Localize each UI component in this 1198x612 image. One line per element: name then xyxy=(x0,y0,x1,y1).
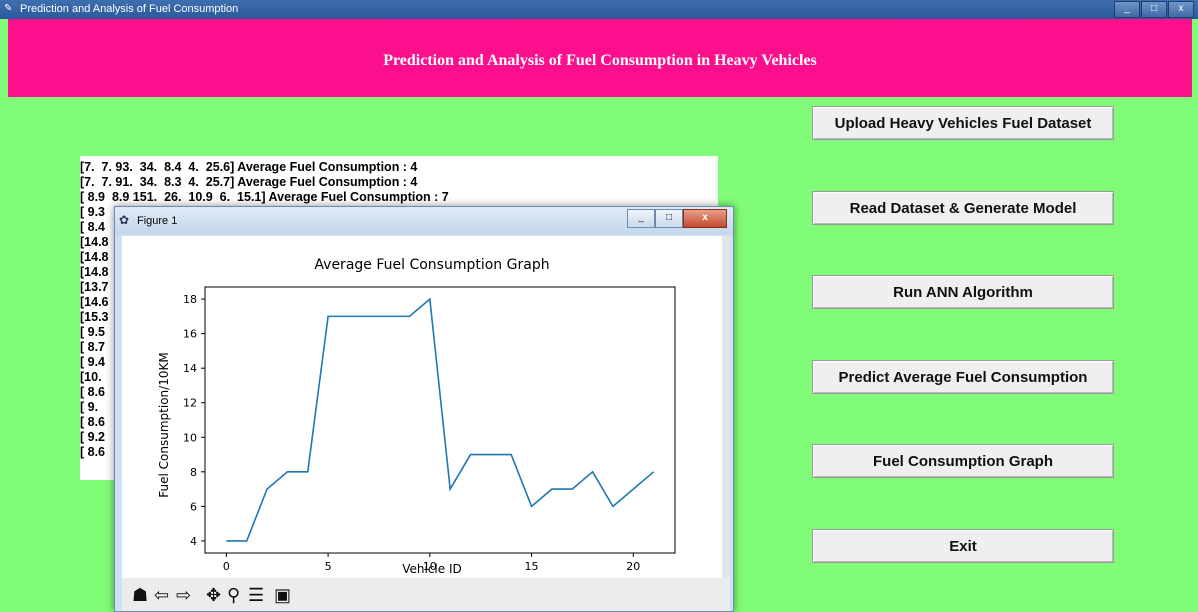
figure-close-button[interactable]: x xyxy=(683,209,727,228)
app-feather-icon: ✎ xyxy=(4,3,13,14)
output-line: [ 8.7 xyxy=(80,340,106,354)
y-tick-label: 6 xyxy=(190,500,197,513)
figure-title: Figure 1 xyxy=(137,215,178,227)
figure-maximize-button[interactable]: □ xyxy=(655,209,683,228)
y-tick-label: 18 xyxy=(183,293,197,306)
figure-window[interactable]: ✿ Figure 1 _ □ x Average Fuel Consumptio… xyxy=(114,206,734,612)
read-dataset-button[interactable]: Read Dataset & Generate Model xyxy=(812,191,1114,225)
output-line: [ 8.9 8.9 151. 26. 10.9 6. 15.1] Average… xyxy=(80,190,449,204)
header-banner: Prediction and Analysis of Fuel Consumpt… xyxy=(8,19,1192,97)
window-controls: _ □ x xyxy=(1114,1,1194,18)
figure-toolbar: ☗ ⇦ ⇨ ✥ ⚲ ☰ ▣ xyxy=(122,578,730,611)
output-line: [13.7 xyxy=(80,280,109,294)
output-line: [10. xyxy=(80,370,102,384)
close-button[interactable]: x xyxy=(1168,1,1194,18)
x-tick-label: 5 xyxy=(325,560,332,573)
save-icon[interactable]: ▣ xyxy=(274,586,291,604)
output-line: [7. 7. 93. 34. 8.4 4. 25.6] Average Fuel… xyxy=(80,160,418,174)
home-icon[interactable]: ☗ xyxy=(132,586,148,604)
series-line xyxy=(226,297,655,542)
output-line: [ 9.4 xyxy=(80,355,106,369)
configure-subplots-icon[interactable]: ☰ xyxy=(248,586,264,604)
output-line: [ 8.6 xyxy=(80,415,106,429)
figure-app-icon: ✿ xyxy=(119,213,130,227)
y-tick-label: 8 xyxy=(190,466,197,479)
y-tick-label: 12 xyxy=(183,397,197,410)
output-line: [ 8.6 xyxy=(80,385,106,399)
output-line: [ 9.2 xyxy=(80,430,106,444)
zoom-icon[interactable]: ⚲ xyxy=(227,586,240,604)
exit-button[interactable]: Exit xyxy=(812,529,1114,563)
maximize-button[interactable]: □ xyxy=(1141,1,1167,18)
figure-window-controls: _ □ x xyxy=(627,209,727,228)
page-title: Prediction and Analysis of Fuel Consumpt… xyxy=(383,52,817,69)
back-icon[interactable]: ⇦ xyxy=(154,586,169,604)
window-title: Prediction and Analysis of Fuel Consumpt… xyxy=(20,3,239,15)
fuel-graph-button[interactable]: Fuel Consumption Graph xyxy=(812,444,1114,478)
output-line: [ 8.6 xyxy=(80,445,106,459)
y-tick-label: 14 xyxy=(183,362,197,375)
figure-titlebar[interactable]: ✿ Figure 1 _ □ x xyxy=(115,207,733,235)
window-titlebar: ✎ Prediction and Analysis of Fuel Consum… xyxy=(0,0,1198,19)
output-line: [7. 7. 91. 34. 8.3 4. 25.7] Average Fuel… xyxy=(80,175,418,189)
figure-scrollbar[interactable] xyxy=(722,236,730,578)
output-line: [14.8 xyxy=(80,235,109,249)
output-line: [14.8 xyxy=(80,265,109,279)
minimize-button[interactable]: _ xyxy=(1114,1,1140,18)
y-tick-label: 16 xyxy=(183,328,197,341)
y-axis-label: Fuel Consumption/10KM xyxy=(157,352,171,497)
output-line: [14.6 xyxy=(80,295,109,309)
pan-icon[interactable]: ✥ xyxy=(206,586,221,604)
output-line: [14.8 xyxy=(80,250,109,264)
predict-consumption-button[interactable]: Predict Average Fuel Consumption xyxy=(812,360,1114,394)
y-tick-label: 10 xyxy=(183,431,197,444)
x-tick-label: 0 xyxy=(223,560,230,573)
x-tick-label: 10 xyxy=(423,560,437,573)
x-tick-label: 15 xyxy=(525,560,539,573)
output-line: [ 8.4 xyxy=(80,220,106,234)
output-line: [ 9.5 xyxy=(80,325,106,339)
figure-minimize-button[interactable]: _ xyxy=(627,209,655,228)
x-tick-label: 20 xyxy=(626,560,640,573)
output-line: [15.3 xyxy=(80,310,109,324)
plot-frame xyxy=(204,286,676,554)
chart-title: Average Fuel Consumption Graph xyxy=(314,257,549,273)
upload-dataset-button[interactable]: Upload Heavy Vehicles Fuel Dataset xyxy=(812,106,1114,140)
run-ann-button[interactable]: Run ANN Algorithm xyxy=(812,275,1114,309)
y-tick-label: 4 xyxy=(190,535,197,548)
line-chart: Average Fuel Consumption Graph Vehicle I… xyxy=(157,257,676,576)
forward-icon[interactable]: ⇨ xyxy=(176,586,191,604)
output-line: [ 9.3 xyxy=(80,205,106,219)
figure-canvas[interactable]: Average Fuel Consumption Graph Vehicle I… xyxy=(122,236,722,578)
output-line: [ 9. xyxy=(80,400,99,414)
